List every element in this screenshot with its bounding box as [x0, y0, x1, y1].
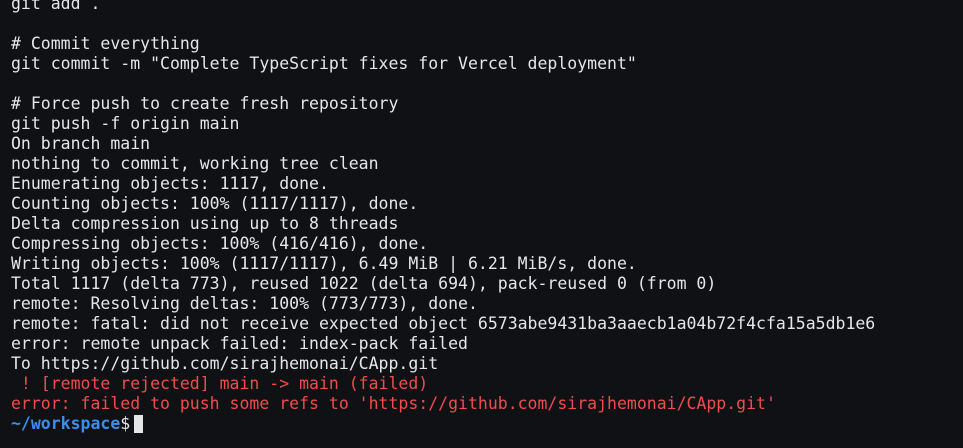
- terminal-line: nothing to commit, working tree clean: [11, 154, 379, 173]
- prompt-line[interactable]: ~/workspace $: [11, 414, 963, 434]
- terminal-line: Enumerating objects: 1117, done.: [11, 174, 329, 193]
- terminal-line: remote: Resolving deltas: 100% (773/773)…: [11, 294, 478, 313]
- terminal-output: git add . # Commit everything git commit…: [11, 0, 963, 434]
- terminal-line: Counting objects: 100% (1117/1117), done…: [11, 194, 419, 213]
- prompt-path: ~/workspace: [11, 414, 121, 433]
- terminal-line: git push -f origin main: [11, 114, 240, 133]
- terminal-line: Total 1117 (delta 773), reused 1022 (del…: [11, 274, 717, 293]
- terminal-line: # Commit everything: [11, 34, 200, 53]
- terminal-line: Delta compression using up to 8 threads: [11, 214, 399, 233]
- terminal-line: error: remote unpack failed: index-pack …: [11, 334, 468, 353]
- cursor-block[interactable]: [134, 415, 144, 433]
- terminal-line: Writing objects: 100% (1117/1117), 6.49 …: [11, 254, 637, 273]
- terminal-line: On branch main: [11, 134, 151, 153]
- error-line: error: failed to push some refs to 'http…: [11, 394, 776, 413]
- terminal-line: # Force push to create fresh repository: [11, 94, 399, 113]
- terminal-line: git add .: [11, 0, 101, 13]
- terminal-window[interactable]: git add . # Commit everything git commit…: [0, 0, 963, 448]
- terminal-line: Compressing objects: 100% (416/416), don…: [11, 234, 429, 253]
- rejected-line: ! [remote rejected] main -> main (failed…: [11, 374, 429, 393]
- terminal-line: remote: fatal: did not receive expected …: [11, 314, 876, 333]
- prompt-symbol: $: [120, 414, 131, 433]
- terminal-line: To https://github.com/sirajhemonai/CApp.…: [11, 354, 439, 373]
- terminal-line: git commit -m "Complete TypeScript fixes…: [11, 54, 637, 73]
